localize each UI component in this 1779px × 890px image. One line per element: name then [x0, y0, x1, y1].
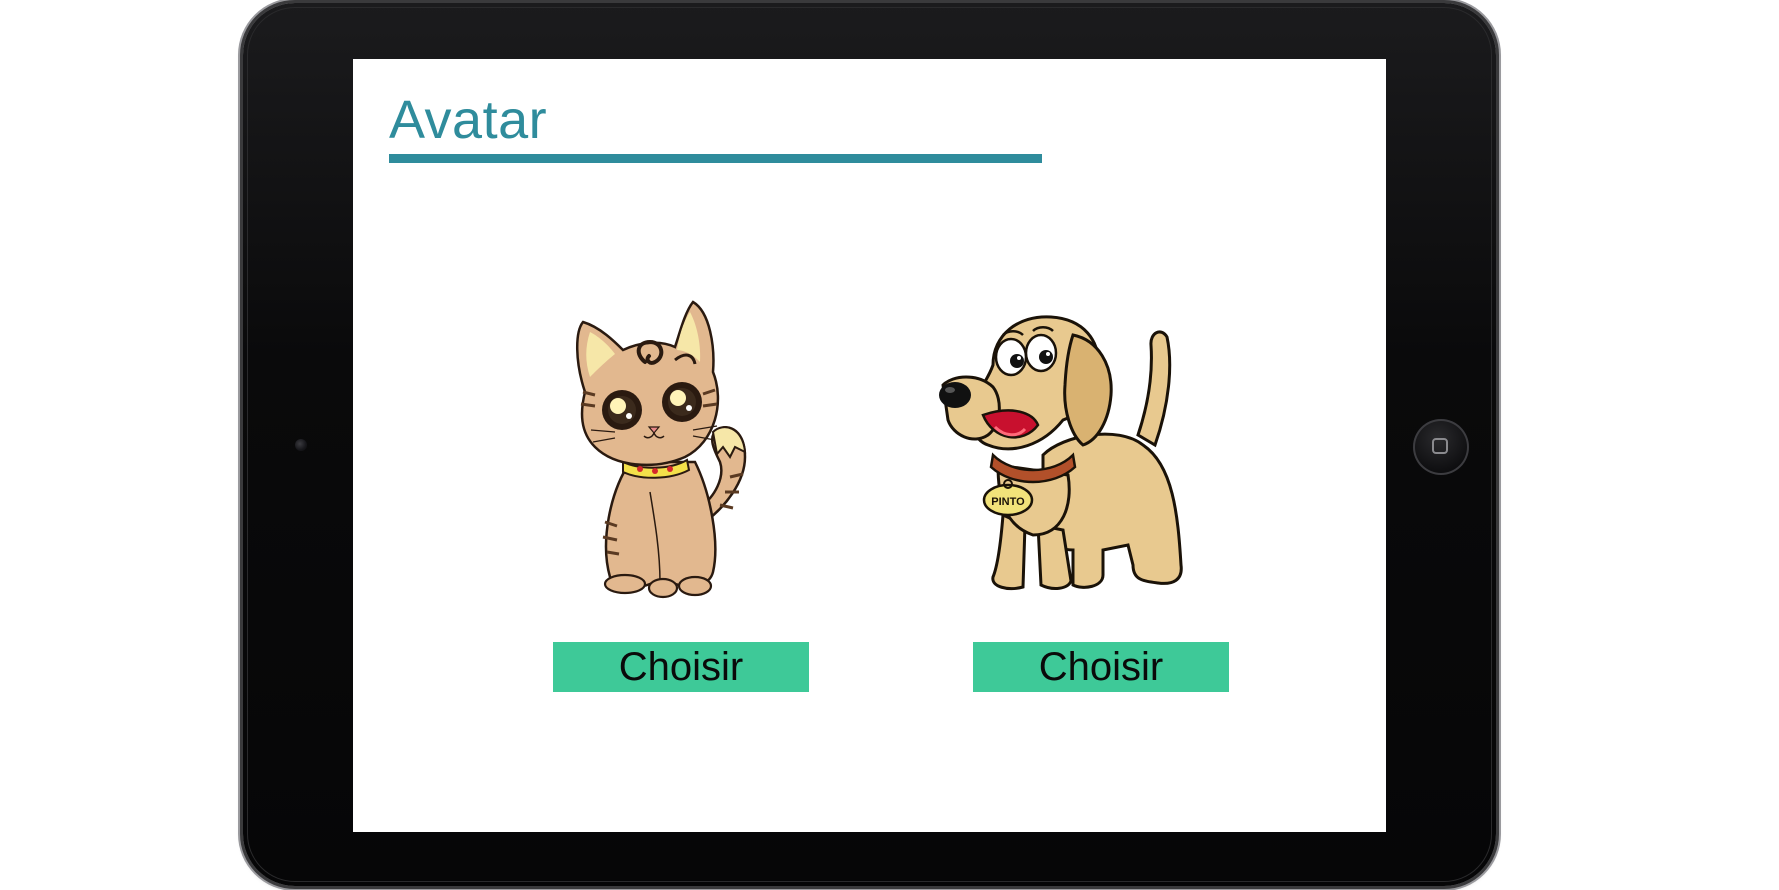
home-square-icon	[1432, 438, 1448, 454]
title-underline	[389, 154, 1042, 163]
home-button[interactable]	[1413, 419, 1469, 475]
cat-avatar-icon[interactable]	[555, 292, 775, 602]
svg-text:PINTO: PINTO	[991, 496, 1025, 508]
page-title: Avatar	[389, 90, 548, 150]
front-camera-icon	[295, 439, 307, 451]
choose-dog-button[interactable]: Choisir	[973, 642, 1229, 692]
choose-cat-button[interactable]: Choisir	[553, 642, 809, 692]
app-screen: Avatar PINTO Choisir Choisir	[353, 59, 1386, 832]
dog-avatar-icon[interactable]: PINTO	[933, 295, 1213, 605]
